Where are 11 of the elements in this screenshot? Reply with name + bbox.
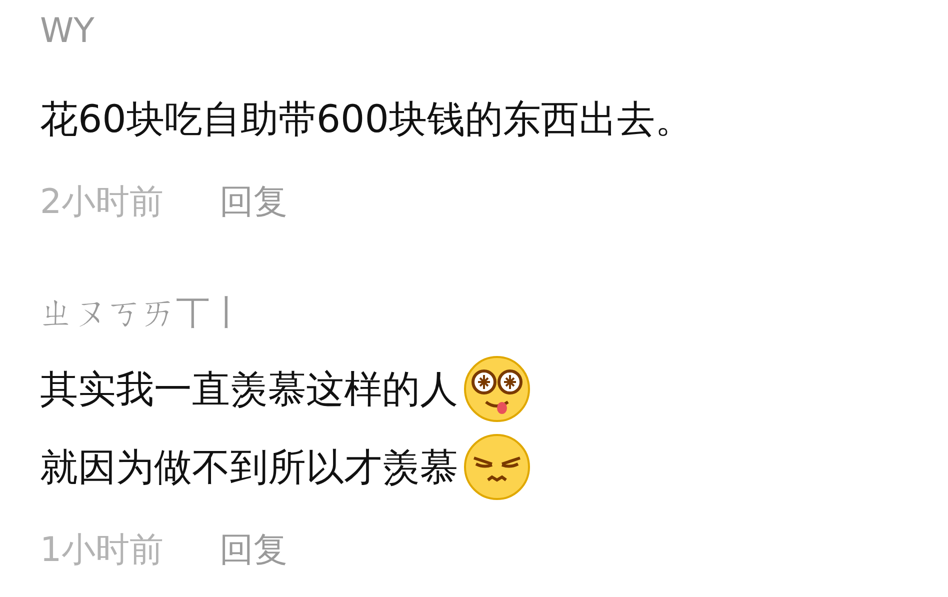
username: ㄓㄡㄎㄞ丅丨 xyxy=(40,292,244,335)
reply-button[interactable]: 回复 xyxy=(220,182,288,222)
reply-button[interactable]: 回复 xyxy=(220,530,288,570)
emoji-icon xyxy=(462,432,532,502)
emoji-icon xyxy=(462,354,532,424)
comment-text: 其实我一直羡慕这样的人 xyxy=(40,366,458,413)
timestamp: 1小时前 xyxy=(40,530,164,570)
username: WY xyxy=(40,10,94,53)
comment-text: 就因为做不到所以才羡慕 xyxy=(40,444,458,491)
comment-text: 花60块吃自助带600块钱的东西出去。 xyxy=(40,96,693,143)
timestamp: 2小时前 xyxy=(40,182,164,222)
